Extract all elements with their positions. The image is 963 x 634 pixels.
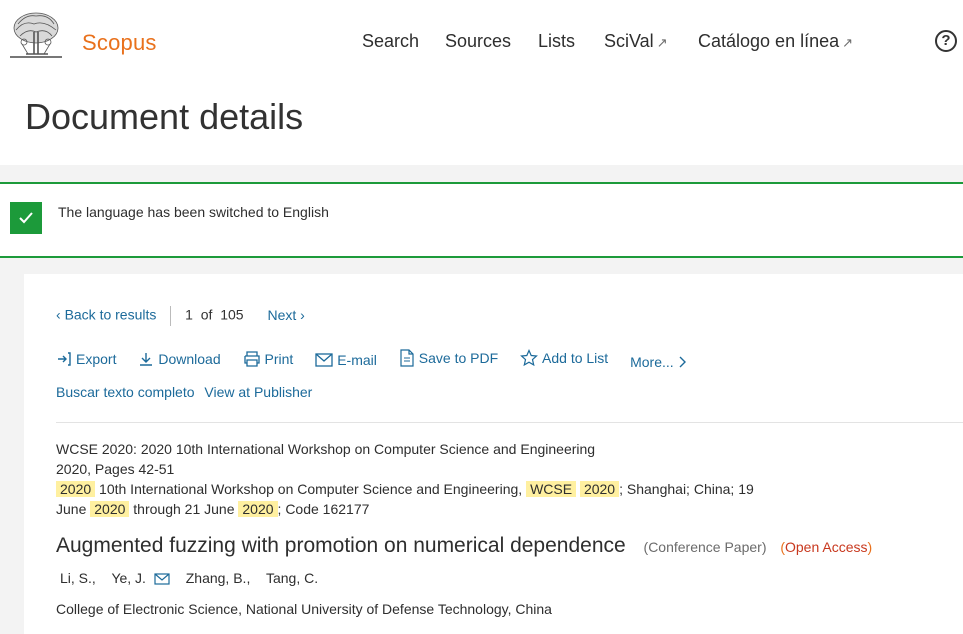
more-button[interactable]: More... <box>630 354 693 370</box>
search-highlight: 2020 <box>56 481 96 497</box>
nav-catalogo-label: Catálogo en línea <box>698 31 840 51</box>
full-text-links: Buscar texto completo View at Publisher <box>56 384 318 400</box>
nav-sources-label: Sources <box>445 31 512 51</box>
export-button[interactable]: Export <box>56 351 116 367</box>
check-icon <box>10 202 42 234</box>
external-link-icon: ↗ <box>842 35 854 50</box>
author-link[interactable]: Ye, J. <box>111 570 146 586</box>
chevron-right-icon: › <box>296 306 305 323</box>
result-pager: ‹ Back to results 1 of 105 Next › <box>56 306 305 326</box>
nav-lists[interactable]: Lists <box>538 31 575 52</box>
affiliation: College of Electronic Science, National … <box>56 601 552 617</box>
save-to-pdf-button[interactable]: Save to PDF <box>399 349 498 367</box>
conference-dates: June 2020 through 21 June 2020; Code 162… <box>56 499 754 519</box>
author-link[interactable]: Tang, C. <box>266 570 318 586</box>
email-button[interactable]: E-mail <box>315 352 377 368</box>
email-icon <box>315 353 333 367</box>
source-info: WCSE 2020: 2020 10th International Works… <box>56 439 754 519</box>
document-title-row: Augmented fuzzing with promotion on nume… <box>56 534 872 558</box>
document-type: (Conference Paper) <box>643 539 767 555</box>
nav-scival-label: SciVal <box>604 31 654 51</box>
full-text-link[interactable]: Buscar texto completo <box>56 384 195 400</box>
nav-search-label: Search <box>362 31 420 51</box>
next-label: Next <box>267 306 297 323</box>
of-label: of <box>200 306 213 323</box>
nav-scival[interactable]: SciVal ↗ <box>604 31 668 52</box>
document-title: Augmented fuzzing with promotion on nume… <box>56 534 626 557</box>
conference-location: ; Shanghai; China; 19 <box>619 481 754 497</box>
conference-line: 2020 10th International Workshop on Comp… <box>56 479 754 499</box>
chevron-left-icon: ‹ <box>56 306 65 323</box>
nav-lists-label: Lists <box>538 31 576 51</box>
back-label: Back to results <box>64 306 157 323</box>
chevron-right-icon <box>679 356 686 368</box>
search-highlight: 2020 <box>579 481 620 497</box>
export-label: Export <box>76 351 117 367</box>
oa-paren-close: ) <box>867 539 873 555</box>
date-text: through 21 June <box>129 501 239 517</box>
download-button[interactable]: Download <box>138 351 221 367</box>
next-result-link[interactable]: Next › <box>267 307 304 323</box>
document-card: ‹ Back to results 1 of 105 Next › Export… <box>24 274 963 634</box>
conference-code: ; Code 162177 <box>277 501 370 517</box>
author-link[interactable]: Zhang, B., <box>186 570 251 586</box>
add-to-list-label: Add to List <box>542 350 609 366</box>
search-highlight: WCSE <box>526 481 577 497</box>
open-access-label: Open Access <box>785 539 868 555</box>
pager-divider <box>170 306 172 326</box>
export-icon <box>58 352 71 366</box>
help-icon[interactable]: ? <box>935 30 957 52</box>
source-pages: 2020, Pages 42-51 <box>56 461 175 477</box>
total-results: 105 <box>220 306 244 323</box>
nav-search[interactable]: Search <box>362 31 419 52</box>
section-divider <box>56 422 963 423</box>
nav-catalogo[interactable]: Catálogo en línea ↗ <box>698 31 853 52</box>
page-title: Document details <box>25 96 304 137</box>
scopus-brand-link[interactable]: Scopus <box>82 30 157 56</box>
more-label: More... <box>630 354 674 370</box>
download-icon <box>140 353 153 366</box>
back-to-results-link[interactable]: ‹ Back to results <box>56 307 156 323</box>
external-link-icon: ↗ <box>656 35 668 50</box>
author-list: Li, S., Ye, J. Zhang, B., Tang, C. <box>60 570 330 586</box>
current-result: 1 <box>185 306 193 323</box>
date-text: June <box>56 501 91 517</box>
language-notice: The language has been switched to Englis… <box>0 182 963 258</box>
print-icon <box>243 351 260 367</box>
notice-text: The language has been switched to Englis… <box>58 204 329 220</box>
conference-text: 10th International Workshop on Computer … <box>95 481 527 497</box>
download-label: Download <box>158 351 221 367</box>
search-highlight: 2020 <box>90 501 130 517</box>
add-to-list-button[interactable]: Add to List <box>520 349 608 367</box>
open-access-badge[interactable]: (Open Access) <box>780 539 872 555</box>
top-header: Scopus Search Sources Lists SciVal ↗ Catá… <box>0 0 963 88</box>
elsevier-logo-icon[interactable] <box>8 10 64 60</box>
nav-sources[interactable]: Sources <box>445 31 511 52</box>
author-link[interactable]: Li, S., <box>60 570 96 586</box>
view-at-publisher-link[interactable]: View at Publisher <box>204 384 312 400</box>
pdf-icon <box>400 349 414 367</box>
star-icon <box>520 349 538 367</box>
print-button[interactable]: Print <box>243 351 294 367</box>
print-label: Print <box>264 351 294 367</box>
document-actions: Export Download Print E-mail Save to PDF… <box>56 349 711 370</box>
email-label: E-mail <box>337 352 377 368</box>
email-icon[interactable] <box>154 573 170 585</box>
search-highlight: 2020 <box>238 501 278 517</box>
source-title: WCSE 2020: 2020 10th International Works… <box>56 441 596 457</box>
save-to-pdf-label: Save to PDF <box>418 350 499 366</box>
